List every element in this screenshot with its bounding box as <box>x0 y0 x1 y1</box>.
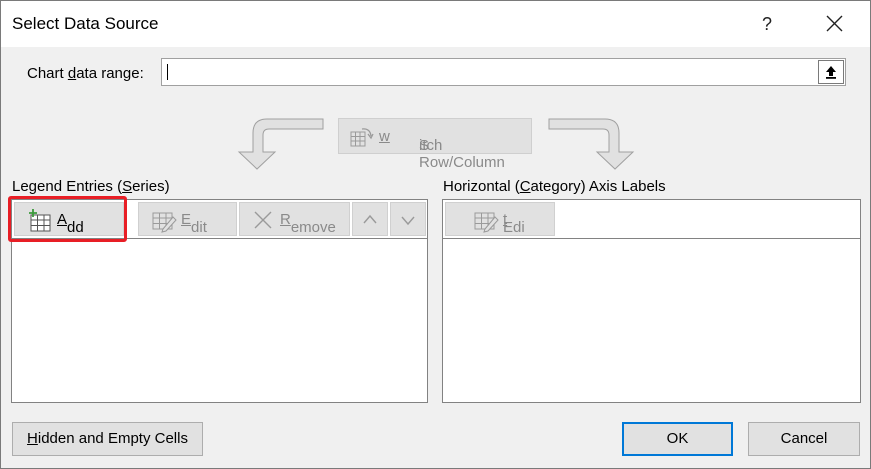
upload-arrow-icon <box>826 66 836 79</box>
title-bar: Select Data Source ? <box>1 1 870 47</box>
select-data-source-dialog: Select Data Source ? Chart data range: S… <box>0 0 871 469</box>
chevron-down-icon <box>401 216 415 226</box>
help-button[interactable]: ? <box>744 1 790 47</box>
cancel-button[interactable]: Cancel <box>748 422 860 456</box>
hidden-and-empty-cells-button[interactable]: Hidden and Empty Cells <box>12 422 203 456</box>
remove-series-button[interactable]: Remove <box>239 202 350 236</box>
edit-table-icon <box>474 212 499 233</box>
chart-data-range-input[interactable] <box>161 58 846 86</box>
legend-entries-label: Legend Entries (Series) <box>12 178 170 195</box>
text-caret <box>167 64 168 80</box>
close-icon <box>826 15 843 32</box>
curved-arrow-left-icon <box>237 118 324 170</box>
remove-x-icon <box>254 211 272 229</box>
move-down-button[interactable] <box>390 202 426 236</box>
edit-table-icon <box>152 212 177 233</box>
chart-data-range-label: Chart data range: <box>27 65 144 82</box>
axis-toolbar: Edi t <box>443 200 860 239</box>
edit-axis-labels-button[interactable]: Edi t <box>445 202 555 236</box>
add-button-highlight <box>8 196 127 242</box>
switch-row-column-icon <box>350 128 374 147</box>
curved-arrow-right-icon <box>548 118 635 170</box>
close-button[interactable] <box>810 1 858 47</box>
axis-labels-label: Horizontal (Category) Axis Labels <box>443 178 666 195</box>
collapse-dialog-button[interactable] <box>818 60 844 84</box>
move-up-button[interactable] <box>352 202 388 236</box>
ok-button[interactable]: OK <box>622 422 733 456</box>
axis-labels-panel: Edi t <box>442 199 861 403</box>
switch-row-column-button[interactable]: Sw itch Row/Column <box>338 118 532 171</box>
dialog-title: Select Data Source <box>12 14 159 33</box>
chevron-up-icon <box>363 214 377 224</box>
edit-series-button[interactable]: Edit <box>138 202 237 236</box>
